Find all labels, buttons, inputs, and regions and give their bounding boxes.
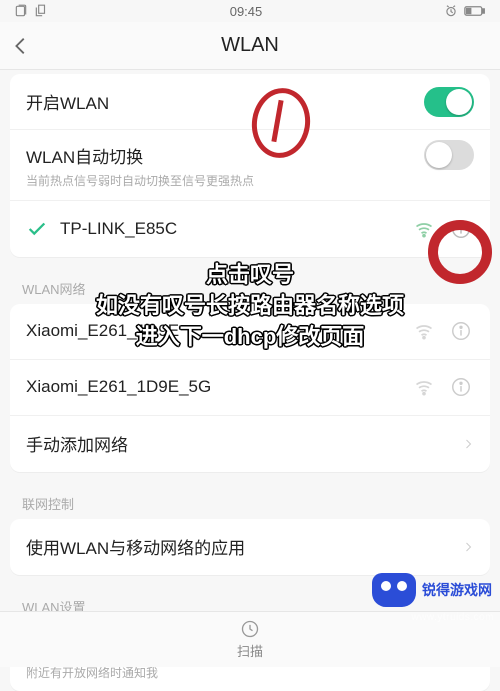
screenshot-icon (14, 4, 28, 18)
card-networks: Xiaomi_E261_1D9E Xiaomi_E261_1D9E_5G 手动添… (10, 304, 490, 472)
chevron-right-icon (462, 438, 474, 450)
watermark-text: 锐得游戏网 (422, 580, 492, 600)
toggle-wlan[interactable] (424, 87, 474, 117)
info-icon[interactable] (450, 376, 474, 398)
app-control-label: 使用WLAN与移动网络的应用 (26, 534, 462, 559)
row-wlan-switch[interactable]: 开启WLAN (10, 74, 490, 130)
card-wlan-main: 开启WLAN WLAN自动切换 当前热点信号弱时自动切换至信号更强热点 TP-L… (10, 74, 490, 257)
section-control: 联网控制 (0, 486, 500, 519)
auto-switch-label: WLAN自动切换 (26, 143, 424, 168)
copy-icon (34, 4, 48, 18)
row-manual-add[interactable]: 手动添加网络 (10, 416, 490, 472)
row-auto-switch[interactable]: WLAN自动切换 当前热点信号弱时自动切换至信号更强热点 (10, 130, 490, 201)
checkmark-icon (26, 218, 50, 240)
toggle-auto-switch[interactable] (424, 140, 474, 170)
network-label: Xiaomi_E261_1D9E (26, 321, 414, 341)
bottom-label: 扫描 (237, 641, 263, 660)
row-connected-network[interactable]: TP-LINK_E85C (10, 201, 490, 257)
row-network-0[interactable]: Xiaomi_E261_1D9E (10, 304, 490, 360)
info-icon[interactable] (450, 218, 474, 240)
alarm-icon (444, 4, 458, 18)
watermark-logo-icon (372, 573, 416, 607)
wifi-icon (414, 321, 436, 341)
watermark-url: www.ytruids.com (411, 612, 494, 623)
header: WLAN (0, 22, 500, 70)
status-bar: 09:45 (0, 0, 500, 22)
scan-icon (240, 619, 260, 639)
connected-network-label: TP-LINK_E85C (60, 219, 414, 239)
net-notify-sub: 附近有开放网络时通知我 (26, 666, 474, 682)
card-control: 使用WLAN与移动网络的应用 (10, 519, 490, 575)
battery-icon (464, 5, 486, 17)
info-icon[interactable] (450, 320, 474, 342)
manual-add-label: 手动添加网络 (26, 431, 462, 456)
row-network-1[interactable]: Xiaomi_E261_1D9E_5G (10, 360, 490, 416)
back-button[interactable] (10, 35, 32, 57)
row-app-control[interactable]: 使用WLAN与移动网络的应用 (10, 519, 490, 575)
status-time: 09:45 (230, 4, 263, 19)
section-networks: WLAN网络 (0, 271, 500, 304)
page-title: WLAN (221, 34, 279, 57)
wlan-switch-label: 开启WLAN (26, 89, 424, 114)
wifi-icon (414, 219, 436, 239)
auto-switch-sub: 当前热点信号弱时自动切换至信号更强热点 (26, 174, 474, 190)
wifi-icon (414, 377, 436, 397)
network-label: Xiaomi_E261_1D9E_5G (26, 377, 414, 397)
chevron-right-icon (462, 541, 474, 553)
watermark: 锐得游戏网 (372, 573, 492, 607)
